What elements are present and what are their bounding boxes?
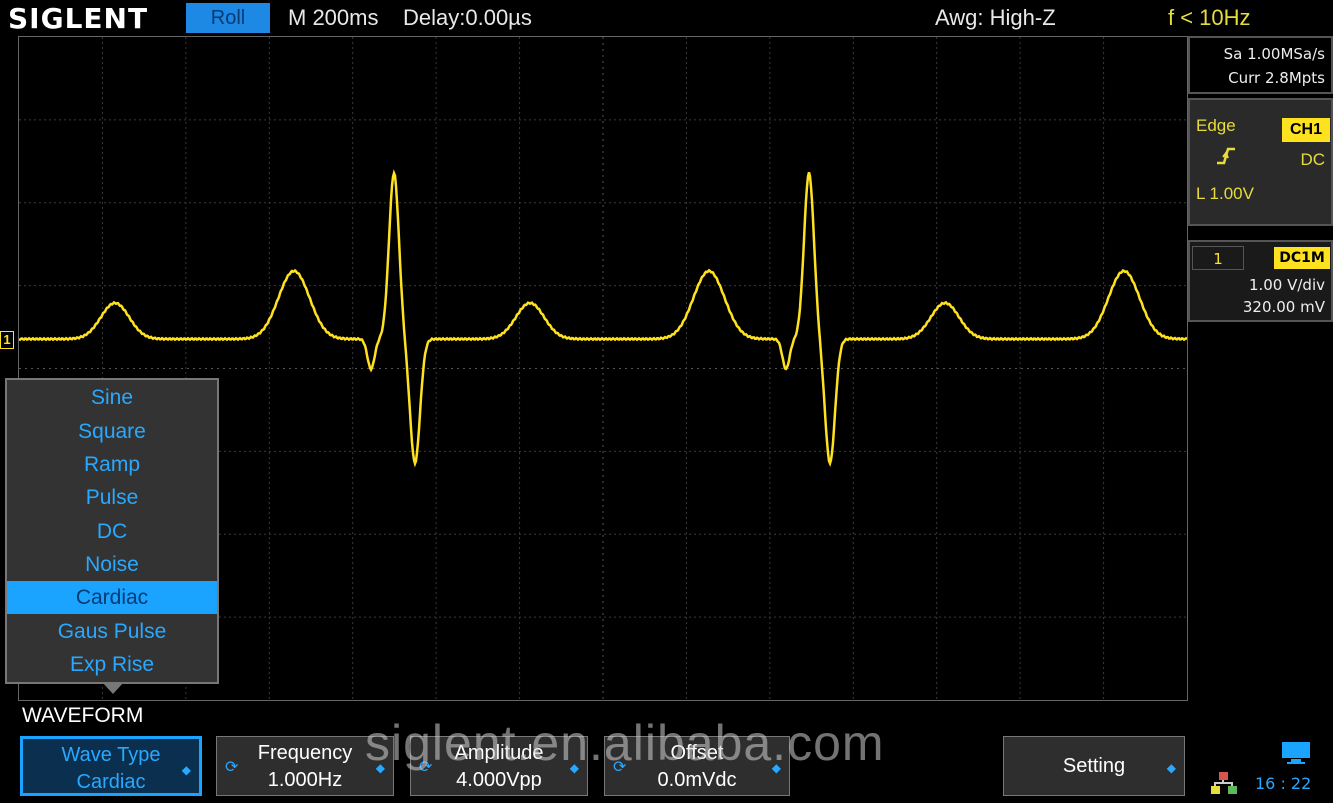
rising-edge-icon — [1214, 144, 1238, 168]
menu-item-dc[interactable]: DC — [7, 515, 217, 548]
menu-item-gaus-pulse[interactable]: Gaus Pulse — [7, 615, 217, 648]
menu-item-pulse[interactable]: Pulse — [7, 481, 217, 514]
channel-1-marker[interactable]: 1 — [0, 331, 14, 349]
menu-item-exp-rise[interactable]: Exp Rise — [7, 648, 217, 681]
channel-number-label: 1 — [1192, 246, 1244, 270]
setting-softkey[interactable]: Setting ◆ — [1003, 736, 1185, 796]
monitor-icon[interactable] — [1279, 740, 1315, 766]
watermark-text: siglent.en.alibaba.com — [365, 715, 885, 771]
sample-rate-readout: Sa 1.00MSa/s — [1223, 45, 1325, 63]
amplitude-value: 4.000Vpp — [456, 769, 542, 791]
menu-item-sine[interactable]: Sine — [7, 381, 217, 414]
menu-title: WAVEFORM — [22, 704, 144, 727]
wave-type-label: Wave Type — [61, 744, 161, 766]
clock-readout: 16 : 22 — [1255, 774, 1312, 793]
delay-readout[interactable]: Delay:0.00µs — [403, 4, 532, 32]
trigger-info-panel[interactable]: Edge CH1 DC L 1.00V — [1188, 98, 1333, 226]
top-status-bar: SIGLENT Roll M 200ms Delay:0.00µs Awg: H… — [0, 0, 1333, 36]
menu-item-cardiac[interactable]: Cardiac — [7, 581, 217, 614]
trigger-source-badge: CH1 — [1282, 118, 1330, 142]
trigger-type-label: Edge — [1196, 116, 1236, 135]
vertical-scale-readout: 1.00 V/div — [1248, 276, 1325, 294]
channel-impedance-badge: DC1M — [1274, 247, 1330, 269]
timebase-readout[interactable]: M 200ms — [288, 4, 378, 32]
waveform-type-menu: Sine Square Ramp Pulse DC Noise Cardiac … — [5, 378, 219, 684]
menu-item-ramp[interactable]: Ramp — [7, 448, 217, 481]
trigger-level-readout: L 1.00V — [1196, 184, 1254, 203]
diamond-arrow-icon: ◆ — [1166, 761, 1176, 775]
wave-type-value: Cardiac — [76, 771, 146, 793]
acquisition-info-panel: Sa 1.00MSa/s Curr 2.8Mpts — [1188, 36, 1333, 94]
frequency-counter: f < 10Hz — [1168, 5, 1251, 30]
trigger-coupling-label: DC — [1300, 150, 1325, 169]
memory-depth-readout: Curr 2.8Mpts — [1228, 69, 1325, 87]
frequency-value: 1.000Hz — [267, 769, 343, 791]
system-status-area: 16 : 22 — [1205, 738, 1333, 800]
offset-value: 0.0mVdc — [657, 769, 737, 791]
brand-logo: SIGLENT — [8, 2, 149, 35]
vertical-offset-readout: 320.00 mV — [1242, 298, 1325, 316]
diamond-arrow-icon: ◆ — [181, 763, 191, 777]
channel-1-info-panel[interactable]: 1 DC1M 1.00 V/div 320.00 mV — [1188, 240, 1333, 322]
menu-item-square[interactable]: Square — [7, 415, 217, 448]
network-icon[interactable] — [1209, 770, 1239, 798]
wave-type-softkey[interactable]: Wave Type Cardiac ◆ — [20, 736, 202, 796]
setting-label: Setting — [1062, 755, 1126, 777]
menu-item-noise[interactable]: Noise — [7, 548, 217, 581]
acquisition-mode-badge[interactable]: Roll — [186, 3, 270, 33]
awg-load-readout: Awg: High-Z — [935, 5, 1056, 30]
menu-pointer-arrow — [102, 682, 124, 694]
